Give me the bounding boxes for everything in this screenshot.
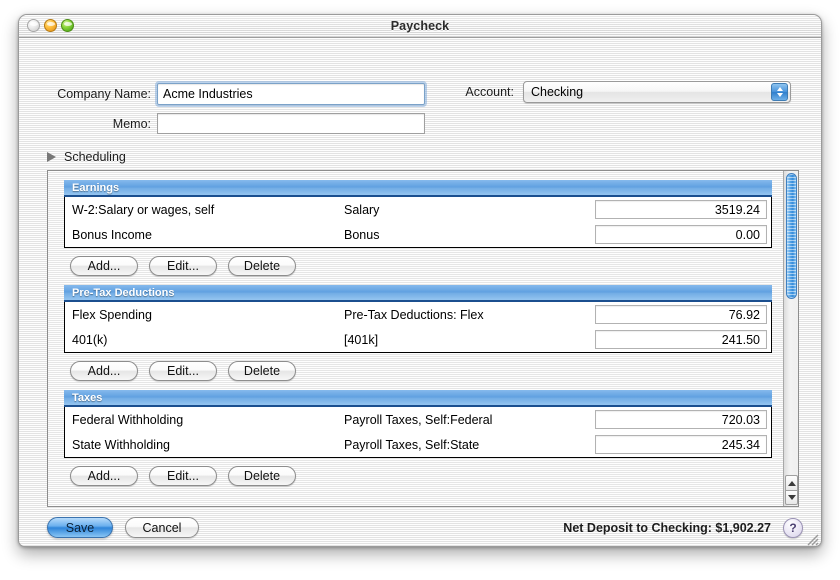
row-category: Payroll Taxes, Self:State (344, 437, 480, 452)
pretax-add-button[interactable]: Add... (70, 361, 138, 381)
help-button[interactable]: ? (783, 517, 803, 538)
row-category: [401k] (344, 332, 379, 347)
window-controls (27, 19, 74, 32)
zoom-button-icon[interactable] (61, 19, 74, 32)
row-amount-input[interactable]: 76.92 (595, 305, 767, 324)
paycheck-items-content: Earnings W-2:Salary or wages, self Salar… (48, 171, 784, 495)
section-table-taxes: Federal Withholding Payroll Taxes, Self:… (64, 407, 772, 458)
row-category: Pre-Tax Deductions: Flex (344, 307, 484, 322)
row-name: Flex Spending (72, 307, 152, 322)
dialog-footer: Save Cancel Net Deposit to Checking: $1,… (19, 507, 821, 546)
chevron-up-icon (776, 87, 783, 91)
section-title: Earnings (72, 181, 120, 194)
memo-label: Memo: (112, 117, 151, 131)
section-table-pretax-deductions: Flex Spending Pre-Tax Deductions: Flex 7… (64, 302, 772, 353)
table-row[interactable]: State Withholding Payroll Taxes, Self:St… (65, 432, 771, 457)
section-header-taxes: Taxes (64, 390, 772, 407)
resize-grip-icon[interactable] (805, 532, 819, 546)
minimize-button-icon[interactable] (44, 19, 57, 32)
scrollbar-arrows (785, 475, 798, 505)
table-row[interactable]: W-2:Salary or wages, self Salary 3519.24 (65, 197, 771, 222)
paycheck-items-scrollpane: Earnings W-2:Salary or wages, self Salar… (47, 170, 799, 507)
arrow-up-icon (787, 480, 796, 486)
row-name: Bonus Income (72, 227, 152, 242)
row-name: 401(k) (72, 332, 108, 347)
section-title: Taxes (72, 391, 103, 404)
company-name-input[interactable]: Acme Industries (155, 81, 427, 107)
taxes-actions: Add... Edit... Delete (64, 458, 784, 495)
row-name: State Withholding (72, 437, 170, 452)
account-select[interactable]: Checking (523, 81, 791, 103)
table-row[interactable]: Flex Spending Pre-Tax Deductions: Flex 7… (65, 302, 771, 327)
window-title: Paycheck (390, 19, 450, 33)
table-row[interactable]: Bonus Income Bonus 0.00 (65, 222, 771, 247)
earnings-actions: Add... Edit... Delete (64, 248, 784, 285)
taxes-add-button[interactable]: Add... (70, 466, 138, 486)
row-name: Federal Withholding (72, 412, 184, 427)
row-amount-input[interactable]: 241.50 (595, 330, 767, 349)
earnings-edit-button[interactable]: Edit... (149, 256, 217, 276)
chevron-down-icon (776, 93, 783, 97)
account-label: Account: (465, 85, 514, 99)
row-name: W-2:Salary or wages, self (72, 202, 215, 217)
pretax-edit-button[interactable]: Edit... (149, 361, 217, 381)
taxes-edit-button[interactable]: Edit... (149, 466, 217, 486)
window-titlebar[interactable]: Paycheck (19, 15, 821, 38)
company-name-label: Company Name: (57, 87, 151, 101)
row-category: Salary (344, 202, 380, 217)
taxes-delete-button[interactable]: Delete (228, 466, 296, 486)
row-category: Payroll Taxes, Self:Federal (344, 412, 493, 427)
scroll-down-button[interactable] (785, 490, 798, 505)
scheduling-disclosure[interactable]: Scheduling (47, 150, 126, 164)
pretax-delete-button[interactable]: Delete (228, 361, 296, 381)
vertical-scrollbar[interactable] (783, 171, 798, 506)
cancel-button[interactable]: Cancel (125, 517, 199, 538)
paycheck-window: Paycheck Company Name: Acme Industries M… (18, 14, 822, 547)
pretax-actions: Add... Edit... Delete (64, 353, 784, 390)
memo-input[interactable] (157, 113, 425, 134)
scrollbar-thumb[interactable] (786, 173, 797, 299)
header-form: Company Name: Acme Industries Memo: Acco… (19, 38, 821, 134)
section-pretax-deductions: Pre-Tax Deductions Flex Spending Pre-Tax… (64, 285, 772, 353)
section-header-pretax-deductions: Pre-Tax Deductions (64, 285, 772, 302)
scheduling-label: Scheduling (64, 150, 126, 164)
save-button[interactable]: Save (47, 517, 113, 538)
section-title: Pre-Tax Deductions (72, 286, 175, 299)
net-deposit-status: Net Deposit to Checking: $1,902.27 (563, 520, 771, 535)
close-button-icon[interactable] (27, 19, 40, 32)
row-category: Bonus (344, 227, 380, 242)
row-amount-input[interactable]: 3519.24 (595, 200, 767, 219)
section-table-earnings: W-2:Salary or wages, self Salary 3519.24… (64, 197, 772, 248)
earnings-add-button[interactable]: Add... (70, 256, 138, 276)
earnings-delete-button[interactable]: Delete (228, 256, 296, 276)
table-row[interactable]: Federal Withholding Payroll Taxes, Self:… (65, 407, 771, 432)
row-amount-input[interactable]: 720.03 (595, 410, 767, 429)
disclosure-triangle-icon[interactable] (47, 152, 56, 162)
table-row[interactable]: 401(k) [401k] 241.50 (65, 327, 771, 352)
chevron-updown-icon (771, 83, 788, 101)
account-select-value: Checking (531, 85, 584, 99)
section-header-earnings: Earnings (64, 180, 772, 197)
section-taxes: Taxes Federal Withholding Payroll Taxes,… (64, 390, 772, 458)
scroll-up-button[interactable] (785, 475, 798, 490)
row-amount-input[interactable]: 0.00 (595, 225, 767, 244)
section-earnings: Earnings W-2:Salary or wages, self Salar… (64, 180, 772, 248)
arrow-down-icon (787, 495, 796, 500)
window-body: Company Name: Acme Industries Memo: Acco… (19, 38, 821, 546)
row-amount-input[interactable]: 245.34 (595, 435, 767, 454)
